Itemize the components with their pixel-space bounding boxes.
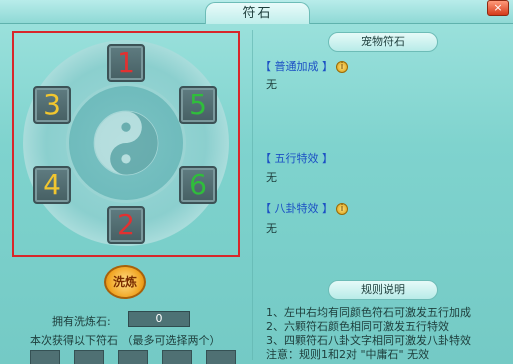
normal-bonus-label-text: 【 普通加成 】 [260, 60, 333, 73]
close-button[interactable]: × [487, 0, 509, 16]
fushi-slot-4[interactable]: 4 [33, 166, 71, 204]
result-slot[interactable] [30, 350, 60, 364]
result-slots [30, 350, 236, 364]
slot-label: 5 [189, 88, 207, 121]
fushi-slot-2[interactable]: 2 [107, 206, 145, 244]
rule-line: 2、六颗符石颜色相同可激发五行特效 [266, 320, 449, 333]
rules-list: 1、左中右均有同颜色符石可激发五行加成 2、六颗符石颜色相同可激发五行特效 3、… [266, 306, 471, 362]
info-icon[interactable]: i [336, 61, 348, 73]
fushi-wheel: 1 3 5 4 6 2 [23, 40, 229, 246]
own-wash-stone-value: 0 [128, 311, 190, 327]
obtain-text: 本次获得以下符石 （最多可选择两个） [30, 334, 221, 347]
own-wash-stone-label: 拥有洗炼石: [52, 315, 111, 328]
slot-label: 4 [43, 168, 61, 201]
yin-yang-icon [93, 110, 159, 176]
bagua-effect-label: 【 八卦特效 】 i [260, 200, 348, 216]
normal-bonus-label: 【 普通加成 】 i [260, 58, 348, 74]
rule-line: 1、左中右均有同颜色符石可激发五行加成 [266, 306, 471, 319]
bagua-effect-value: 无 [266, 222, 277, 235]
rule-line: 注意：规则1和2对 "中庸石" 无效 [266, 348, 430, 361]
pet-fushi-header: 宠物符石 [328, 32, 438, 52]
slot-label: 2 [117, 208, 135, 241]
fushi-window: 符石 × 1 3 5 4 6 2 洗炼 拥有洗炼石: 0 本次获得以下符石 （最… [0, 0, 513, 364]
pet-fushi-panel: 宠物符石 【 普通加成 】 i 无 【 五行特效 】 无 【 八卦特效 】 i 无 … [258, 28, 508, 361]
slot-label: 1 [117, 46, 135, 79]
rule-line: 3、四颗符石八卦文字相同可激发八卦特效 [266, 334, 471, 347]
bagua-effect-label-text: 【 八卦特效 】 [260, 202, 333, 215]
wuxing-effect-value: 无 [266, 171, 277, 184]
normal-bonus-value: 无 [266, 78, 277, 91]
rules-header: 规则说明 [328, 280, 438, 300]
wash-button[interactable]: 洗炼 [104, 265, 146, 299]
result-slot[interactable] [162, 350, 192, 364]
slot-label: 6 [189, 168, 207, 201]
result-slot[interactable] [118, 350, 148, 364]
result-slot[interactable] [74, 350, 104, 364]
fushi-slot-3[interactable]: 3 [33, 86, 71, 124]
window-title: 符石 [205, 2, 310, 24]
fushi-slot-1[interactable]: 1 [107, 44, 145, 82]
title-bar: 符石 × [0, 0, 513, 24]
result-slot[interactable] [206, 350, 236, 364]
wuxing-effect-label: 【 五行特效 】 [260, 152, 333, 165]
slot-label: 3 [43, 88, 61, 121]
info-icon[interactable]: i [336, 203, 348, 215]
fushi-slot-5[interactable]: 5 [179, 86, 217, 124]
panel-divider [252, 30, 253, 360]
fushi-slot-6[interactable]: 6 [179, 166, 217, 204]
